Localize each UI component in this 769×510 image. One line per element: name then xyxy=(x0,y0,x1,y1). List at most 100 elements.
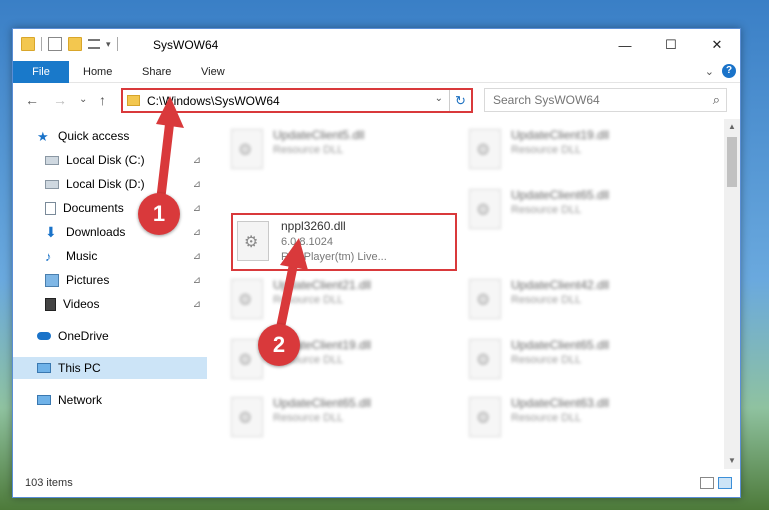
new-folder-icon[interactable] xyxy=(68,37,82,51)
sidebar-item-label: Quick access xyxy=(58,129,130,143)
file-type: Resource DLL xyxy=(511,204,582,216)
tab-share[interactable]: Share xyxy=(130,61,183,83)
file-name: UpdateClient21.dll xyxy=(273,278,372,292)
file-tile[interactable]: UpdateClient5.dll Resource DLL xyxy=(223,123,443,175)
pin-icon[interactable]: ⊿ xyxy=(193,251,201,262)
tab-home[interactable]: Home xyxy=(71,61,124,83)
sidebar-item-music[interactable]: ♪ Music ⊿ xyxy=(13,245,207,267)
properties-icon[interactable] xyxy=(48,37,62,51)
file-type: Resource DLL xyxy=(511,144,582,156)
file-name: UpdateClient65.dll xyxy=(511,188,610,202)
documents-icon xyxy=(45,201,56,215)
pictures-icon xyxy=(45,273,59,287)
step-1-badge: 1 xyxy=(138,193,180,235)
videos-icon xyxy=(45,297,56,311)
expand-ribbon-icon[interactable]: ⌄ xyxy=(705,65,714,78)
sidebar-item-label: Local Disk (C:) xyxy=(66,153,145,167)
sidebar-item-this-pc[interactable]: This PC xyxy=(13,357,207,379)
sidebar-item-network[interactable]: Network xyxy=(13,389,207,411)
sidebar-item-label: Music xyxy=(66,249,98,263)
up-button[interactable]: ↑ xyxy=(99,92,106,108)
vertical-scrollbar[interactable]: ▲ ▼ xyxy=(724,119,740,469)
file-name: UpdateClient5.dll xyxy=(273,128,365,142)
sidebar-item-label: Network xyxy=(58,393,103,407)
search-input[interactable] xyxy=(485,89,695,111)
back-button[interactable]: ← xyxy=(25,92,39,108)
file-name: UpdateClient42.dll xyxy=(511,278,610,292)
sidebar-item-pictures[interactable]: Pictures ⊿ xyxy=(13,269,207,291)
sidebar-item-label: Pictures xyxy=(66,273,110,287)
details-view-icon[interactable] xyxy=(700,477,714,489)
file-type: Resource DLL xyxy=(273,294,344,306)
file-tile[interactable]: UpdateClient42.dll Resource DLL xyxy=(461,273,681,325)
recent-locations-button[interactable]: ⌄ xyxy=(79,94,87,105)
scroll-thumb[interactable] xyxy=(727,137,737,187)
toolbar-dropdown-icon[interactable]: ▾ xyxy=(106,39,111,50)
window-controls: — ☐ ✕ xyxy=(602,29,740,61)
sidebar-item-videos[interactable]: Videos ⊿ xyxy=(13,293,207,315)
star-icon: ★ xyxy=(37,128,49,144)
folder-icon xyxy=(21,37,35,51)
maximize-button[interactable]: ☐ xyxy=(648,29,694,61)
sidebar-item-label: Local Disk (D:) xyxy=(66,177,145,191)
file-tile[interactable]: UpdateClient21.dll Resource DLL xyxy=(223,273,443,325)
ribbon-controls: ⌄ ? xyxy=(705,64,736,78)
music-icon: ♪ xyxy=(45,248,52,264)
tiles-view-icon[interactable] xyxy=(718,477,732,489)
file-tile[interactable]: UpdateClient65.dll Resource DLL xyxy=(461,333,681,385)
file-tile[interactable]: UpdateClient19.dll Resource DLL xyxy=(461,123,681,175)
file-tile[interactable]: UpdateClient65.dll Resource DLL xyxy=(223,391,443,443)
tab-file[interactable]: File xyxy=(13,61,69,83)
pin-icon[interactable]: ⊿ xyxy=(193,155,201,166)
close-button[interactable]: ✕ xyxy=(694,29,740,61)
forward-button[interactable]: → xyxy=(53,92,67,108)
navigation-bar: ← → ⌄ ↑ C:\Windows\SysWOW64 ⌄ ↻ ⌕ xyxy=(13,83,740,119)
search-box[interactable]: ⌕ xyxy=(484,88,727,112)
title-bar: ▾ SysWOW64 — ☐ ✕ xyxy=(13,29,740,61)
drive-icon xyxy=(45,179,59,189)
sidebar-item-label: Documents xyxy=(63,201,124,215)
file-tile-selected[interactable]: nppl3260.dll 6.0.8.1024 RealPlayer(tm) L… xyxy=(231,213,457,271)
file-tile[interactable]: UpdateClient65.dll Resource DLL xyxy=(461,183,681,235)
sidebar-item-quick-access[interactable]: ★ Quick access xyxy=(13,125,207,147)
downloads-icon: ⬇ xyxy=(45,223,57,240)
refresh-button[interactable]: ↻ xyxy=(449,90,471,111)
address-dropdown-icon[interactable]: ⌄ xyxy=(435,93,443,104)
scroll-down-icon[interactable]: ▼ xyxy=(724,453,740,469)
tab-view[interactable]: View xyxy=(189,61,237,83)
dll-file-icon xyxy=(231,129,263,169)
step-2-badge: 2 xyxy=(258,324,300,366)
file-tile[interactable]: UpdateClient19.dll Resource DLL xyxy=(223,333,443,385)
scroll-up-icon[interactable]: ▲ xyxy=(724,119,740,135)
sidebar-item-label: Downloads xyxy=(66,225,126,239)
pin-icon[interactable]: ⊿ xyxy=(193,275,201,286)
pin-icon[interactable]: ⊿ xyxy=(193,299,201,310)
pin-icon[interactable]: ⊿ xyxy=(193,179,201,190)
dll-file-icon xyxy=(469,129,501,169)
file-list: UpdateClient5.dll Resource DLL UpdateCli… xyxy=(209,119,725,469)
file-type: Resource DLL xyxy=(511,354,582,366)
file-name: nppl3260.dll xyxy=(281,219,346,233)
cloud-icon xyxy=(37,332,51,340)
sidebar-item-onedrive[interactable]: OneDrive xyxy=(13,325,207,347)
pin-icon[interactable]: ⊿ xyxy=(193,203,201,214)
pin-icon[interactable]: ⊿ xyxy=(193,227,201,238)
address-bar[interactable]: C:\Windows\SysWOW64 ⌄ ↻ xyxy=(121,88,473,113)
customize-toolbar-icon[interactable] xyxy=(88,39,100,49)
dll-file-icon xyxy=(469,279,501,319)
file-name: UpdateClient63.dll xyxy=(511,396,610,410)
search-icon[interactable]: ⌕ xyxy=(713,92,720,108)
sidebar-item-local-disk-d[interactable]: Local Disk (D:) ⊿ xyxy=(13,173,207,195)
sidebar-item-local-disk-c[interactable]: Local Disk (C:) ⊿ xyxy=(13,149,207,171)
file-tile[interactable]: UpdateClient63.dll Resource DLL xyxy=(461,391,681,443)
file-name: UpdateClient19.dll xyxy=(511,128,610,142)
file-description: RealPlayer(tm) Live... xyxy=(281,251,387,263)
minimize-button[interactable]: — xyxy=(602,29,648,61)
file-type: Resource DLL xyxy=(511,412,582,424)
address-path[interactable]: C:\Windows\SysWOW64 xyxy=(147,94,280,108)
drive-icon xyxy=(45,155,59,165)
help-icon[interactable]: ? xyxy=(722,64,736,78)
dll-file-icon xyxy=(231,397,263,437)
sidebar-item-downloads[interactable]: ⬇ Downloads ⊿ xyxy=(13,221,207,243)
status-bar: 103 items xyxy=(13,471,740,497)
